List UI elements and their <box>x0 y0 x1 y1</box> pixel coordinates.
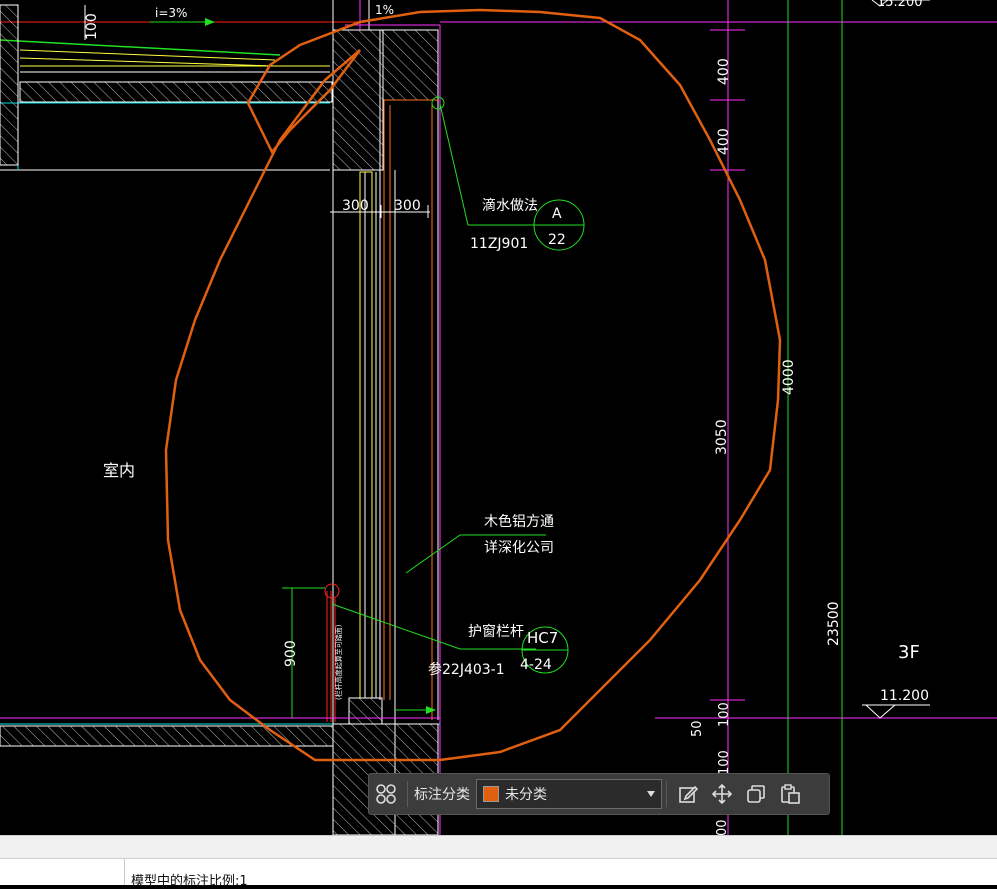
toolbar-divider <box>666 781 667 807</box>
rail-vertical-note: (栏杆高度起算至可踏面) <box>334 624 343 700</box>
dim-300-left: 300 <box>342 198 369 214</box>
annotation-scale-status: 模型中的标注比例:1 <box>131 874 248 889</box>
edit-icon[interactable] <box>671 777 705 811</box>
dim-300-right: 300 <box>394 198 421 214</box>
dim-100-low: 100 <box>717 702 732 727</box>
dim-50: 50 <box>690 720 705 737</box>
callout-hc-bottom: 4-24 <box>520 657 552 673</box>
floor-label: 3F <box>898 642 920 663</box>
dim-100-top: 100 <box>84 13 100 40</box>
toolbar-divider <box>407 781 408 807</box>
callout-hc-top: HC7 <box>527 629 558 647</box>
dim-00-bottom: 00 <box>715 819 730 835</box>
cad-drawing-canvas[interactable]: i=3% 100 1% 300 300 滴水做法 11ZJ901 A 22 40… <box>0 0 997 835</box>
callout-a-bottom: 22 <box>548 232 566 248</box>
category-select-value: 未分类 <box>505 787 547 803</box>
revision-cloud[interactable] <box>164 8 782 762</box>
drip-leader <box>431 96 585 251</box>
copy-icon[interactable] <box>739 777 773 811</box>
grid-icon[interactable] <box>369 777 403 811</box>
rail-note-ref: 参22J403-1 <box>428 661 505 678</box>
paste-icon[interactable] <box>773 777 807 811</box>
level-top: 15.200 <box>877 0 923 10</box>
dim-400-a: 400 <box>716 58 732 85</box>
status-bar: 模型中的标注比例:1 <box>0 858 997 889</box>
level-mid: 11.200 <box>880 688 929 704</box>
dim-3050: 3050 <box>714 419 730 455</box>
rail-note: 护窗栏杆 <box>468 623 524 640</box>
chevron-down-icon <box>647 791 655 797</box>
alu-note-2: 详深化公司 <box>484 540 554 556</box>
category-color-swatch <box>483 786 499 802</box>
drip-note-ref: 11ZJ901 <box>470 236 528 252</box>
drip-note: 滴水做法 <box>482 197 538 214</box>
alu-note: 木色铝方通 <box>484 513 554 530</box>
slope-label: i=3% <box>155 6 187 20</box>
category-label: 标注分类 <box>414 787 470 803</box>
status-divider <box>124 859 125 885</box>
railing <box>282 583 569 722</box>
category-select[interactable]: 未分类 <box>476 779 662 809</box>
room-label: 室内 <box>103 461 135 480</box>
dim-100-bottom: 100 <box>717 750 732 775</box>
floor-slab <box>0 706 440 835</box>
dim-4000: 4000 <box>781 359 797 395</box>
callout-a-top: A <box>552 206 562 222</box>
annotation-toolbar: 标注分类 未分类 <box>368 773 830 815</box>
dim-900: 900 <box>283 640 299 667</box>
command-line-area[interactable] <box>0 835 997 859</box>
move-icon[interactable] <box>705 777 739 811</box>
slope-label-2: 1% <box>375 3 394 17</box>
dim-23500: 23500 <box>826 601 842 646</box>
roof-slab <box>0 4 360 171</box>
dim-400-b: 400 <box>716 128 732 155</box>
